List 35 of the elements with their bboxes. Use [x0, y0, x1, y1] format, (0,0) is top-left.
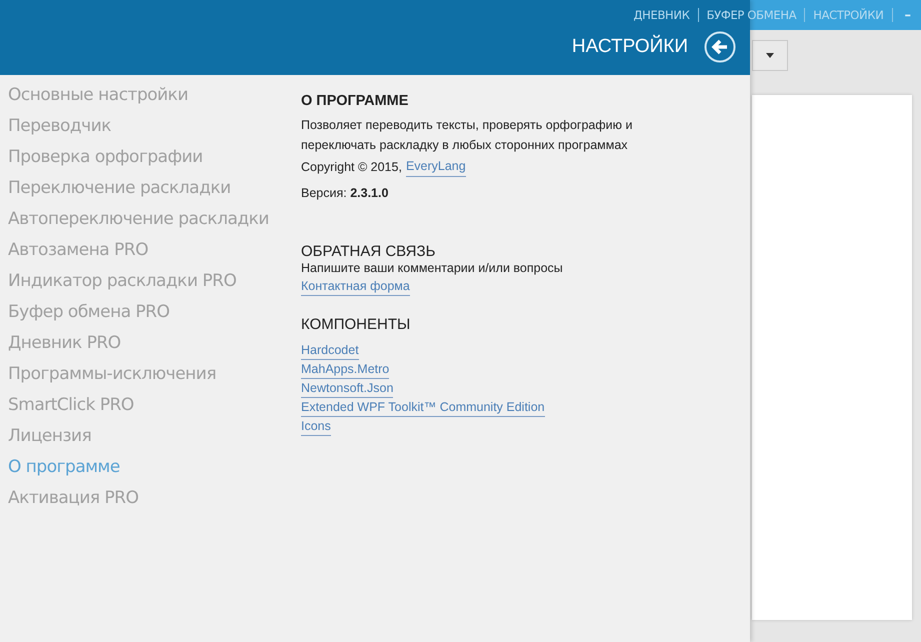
sidebar-item[interactable]: О программе	[8, 455, 301, 486]
component-link[interactable]: Hardcodet	[301, 341, 359, 360]
caret-icon	[766, 53, 774, 58]
description-text: Позволяет переводить тексты, проверять орфографию и переключать раскладку в любых сторонних программах	[301, 117, 634, 154]
sidebar-item[interactable]: Индикатор раскладки PRO	[8, 269, 301, 300]
back-button[interactable]	[704, 31, 736, 63]
version-text: Версия: 2.3.1.0	[301, 185, 390, 202]
sidebar-item[interactable]: Основные настройки	[8, 83, 301, 114]
sidebar-item[interactable]: Программы-исключения	[8, 362, 301, 393]
sidebar-item[interactable]: Проверка орфографии	[8, 145, 301, 176]
nav-link[interactable]: НАСТРОЙКИ	[813, 8, 884, 22]
section-heading: О ПРОГРАММЕ	[301, 93, 410, 109]
section-heading: ОБРАТНАЯ СВЯЗЬ	[301, 243, 436, 260]
sidebar-item[interactable]: Буфер обмена PRO	[8, 300, 301, 331]
component-link[interactable]: Extended WPF Toolkit™ Community Edition	[301, 398, 545, 417]
flyout-title: НАСТРОЙКИ	[572, 36, 688, 59]
copyright-text: Copyright © 2015,	[301, 159, 402, 176]
minimize-button[interactable]: –	[900, 8, 915, 22]
contact-form-link[interactable]: Контактная форма	[301, 277, 410, 296]
website-link[interactable]: EveryLang	[406, 157, 466, 177]
sidebar-item[interactable]: Переводчик	[8, 114, 301, 145]
nav-link[interactable]: ДНЕВНИК	[633, 8, 690, 22]
sidebar-item[interactable]: Переключение раскладки	[8, 176, 301, 207]
section-heading: КОМПОНЕНТЫ	[301, 316, 412, 333]
sidebar-item[interactable]: Автозамена PRO	[8, 238, 301, 269]
component-link[interactable]: Icons	[301, 417, 331, 436]
sidebar-item[interactable]: Лицензия	[8, 424, 301, 455]
component-link[interactable]: MahApps.Metro	[301, 360, 390, 379]
component-link[interactable]: Newtonsoft.Json	[301, 379, 394, 398]
sidebar-item[interactable]: Автопереключение раскладки	[8, 207, 301, 238]
sidebar-item[interactable]: Активация PRO	[8, 486, 301, 517]
sidebar-item[interactable]: Дневник PRO	[8, 331, 301, 362]
sidebar-item[interactable]: SmartClick PRO	[8, 393, 301, 424]
nav-link[interactable]: БУФЕР ОБМЕНА	[706, 8, 796, 22]
feedback-text: Напишите ваши комментарии и/или вопросы	[301, 260, 564, 277]
